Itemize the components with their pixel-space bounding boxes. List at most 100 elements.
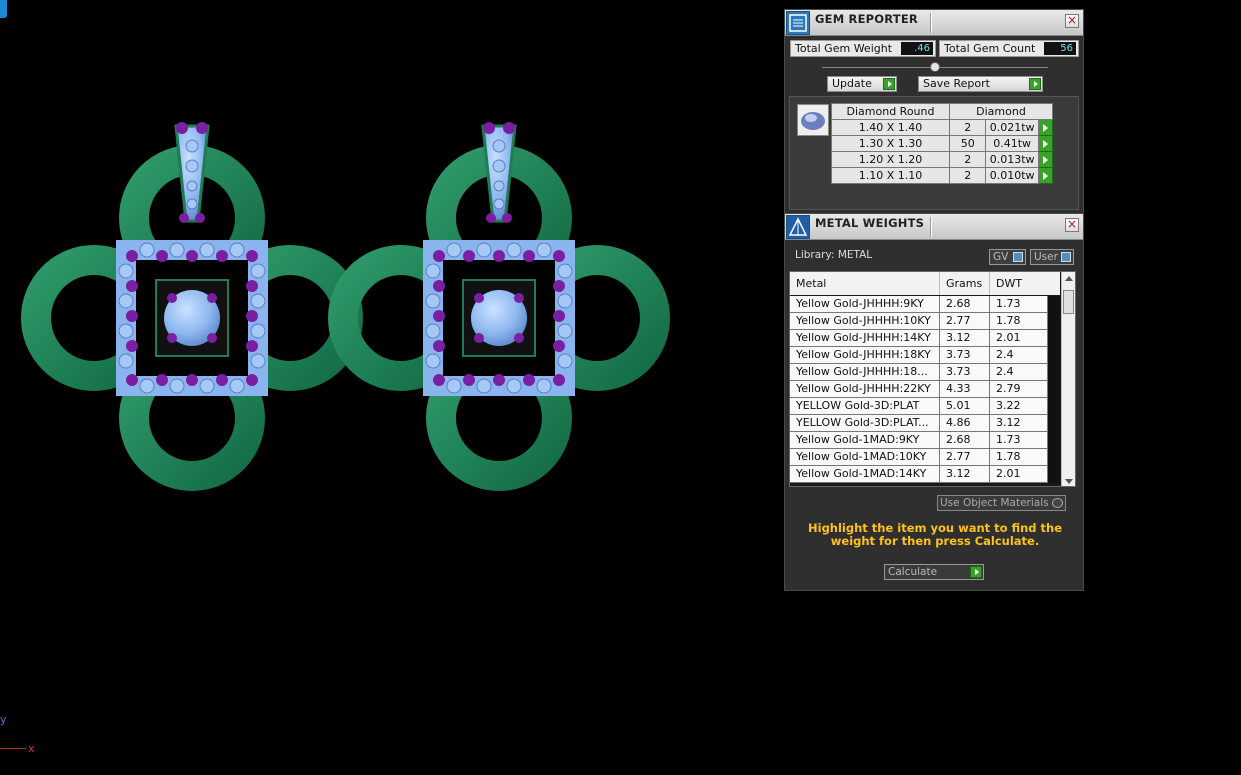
column-divider bbox=[939, 364, 940, 381]
metal-weights-logo-icon bbox=[786, 215, 810, 239]
update-button[interactable]: Update bbox=[827, 76, 897, 92]
metal-row[interactable]: Yellow Gold-1MAD:10KY 2.77 1.78 bbox=[790, 449, 1060, 466]
metal-grams: 2.77 bbox=[946, 314, 971, 327]
use-object-materials-checkbox[interactable]: Use Object Materials bbox=[937, 495, 1066, 511]
gem-table-header: Diamond Round Diamond bbox=[831, 103, 1053, 120]
metal-name: Yellow Gold-JHHHH:22KY bbox=[796, 382, 931, 395]
gem-row[interactable]: 1.40 X 1.40 2 0.021tw bbox=[831, 119, 1054, 136]
gem-row-play-icon[interactable] bbox=[1037, 167, 1054, 184]
column-grams[interactable]: Grams bbox=[946, 277, 982, 290]
column-divider bbox=[939, 313, 940, 330]
metal-name: Yellow Gold-JHHHH:10KY bbox=[796, 314, 931, 327]
save-report-button[interactable]: Save Report bbox=[918, 76, 1043, 92]
user-toggle[interactable]: User bbox=[1030, 249, 1074, 265]
metal-grams: 2.77 bbox=[946, 450, 971, 463]
metal-list-scrollbar[interactable] bbox=[1061, 272, 1075, 486]
gem-reporter-titlebar[interactable]: GEM REPORTER × bbox=[785, 10, 1083, 36]
panel-splitter-handle[interactable] bbox=[930, 62, 940, 72]
titlebar-separator bbox=[930, 13, 932, 33]
column-divider bbox=[989, 364, 990, 381]
gem-column-type: Diamond bbox=[949, 103, 1053, 120]
user-toggle-label: User bbox=[1034, 251, 1058, 263]
metal-weights-close-icon[interactable]: × bbox=[1065, 218, 1079, 232]
metal-dwt: 3.22 bbox=[996, 399, 1021, 412]
calculate-button[interactable]: Calculate bbox=[884, 564, 984, 580]
metal-name: Yellow Gold-1MAD:14KY bbox=[796, 467, 927, 480]
metal-grams: 4.86 bbox=[946, 416, 971, 429]
metal-name: Yellow Gold-JHHHH:18KY bbox=[796, 348, 931, 361]
axis-x-line bbox=[0, 748, 26, 749]
metal-row[interactable]: Yellow Gold-JHHHH:14KY 3.12 2.01 bbox=[790, 330, 1060, 347]
row-cell-filler bbox=[1048, 381, 1060, 398]
metal-name: YELLOW Gold-3D:PLAT bbox=[796, 399, 920, 412]
column-divider bbox=[939, 347, 940, 364]
total-gem-count-field: Total Gem Count 56 bbox=[939, 40, 1079, 57]
column-metal[interactable]: Metal bbox=[796, 277, 826, 290]
play-arrow-icon bbox=[883, 78, 895, 90]
metal-row[interactable]: Yellow Gold-JHHHH:9KY 2.68 1.73 bbox=[790, 296, 1060, 313]
gem-row-play-icon[interactable] bbox=[1037, 151, 1054, 168]
metal-row[interactable]: Yellow Gold-1MAD:9KY 2.68 1.73 bbox=[790, 432, 1060, 449]
metal-row[interactable]: Yellow Gold-1MAD:14KY 3.12 2.01 bbox=[790, 466, 1060, 483]
column-divider bbox=[989, 347, 990, 364]
metal-weights-titlebar[interactable]: METAL WEIGHTS × bbox=[785, 214, 1083, 240]
metal-grams: 2.68 bbox=[946, 297, 971, 310]
3d-viewport[interactable]: y x bbox=[0, 0, 780, 775]
column-divider bbox=[939, 466, 940, 483]
metal-name: Yellow Gold-JHHHH:18... bbox=[796, 365, 928, 378]
titlebar-separator bbox=[930, 217, 932, 237]
metal-grams: 3.12 bbox=[946, 467, 971, 480]
gem-reporter-title: GEM REPORTER bbox=[815, 12, 918, 26]
column-dwt[interactable]: DWT bbox=[996, 277, 1022, 290]
gem-row[interactable]: 1.30 X 1.30 50 0.41tw bbox=[831, 135, 1054, 152]
scroll-down-icon[interactable] bbox=[1065, 479, 1073, 484]
row-cell-filler bbox=[1048, 364, 1060, 381]
row-cell-filler bbox=[1048, 432, 1060, 449]
update-button-label: Update bbox=[832, 77, 872, 90]
gem-reporter-logo-icon bbox=[786, 11, 810, 35]
metal-grams: 3.12 bbox=[946, 331, 971, 344]
metal-row[interactable]: Yellow Gold-JHHHH:10KY 2.77 1.78 bbox=[790, 313, 1060, 330]
scroll-up-icon[interactable] bbox=[1065, 276, 1073, 281]
column-divider bbox=[989, 313, 990, 330]
metal-dwt: 1.73 bbox=[996, 433, 1021, 446]
gem-row[interactable]: 1.20 X 1.20 2 0.013tw bbox=[831, 151, 1054, 168]
gem-weight: 0.013tw bbox=[985, 151, 1039, 168]
column-divider bbox=[939, 381, 940, 398]
metal-list-header: Metal Grams DWT bbox=[790, 272, 1060, 295]
column-divider bbox=[939, 415, 940, 432]
diamond-round-thumbnail[interactable] bbox=[797, 104, 829, 136]
metal-dwt: 1.78 bbox=[996, 314, 1021, 327]
gem-row[interactable]: 1.10 X 1.10 2 0.010tw bbox=[831, 167, 1054, 184]
metal-dwt: 1.73 bbox=[996, 297, 1021, 310]
gem-weight: 0.021tw bbox=[985, 119, 1039, 136]
metal-name: Yellow Gold-JHHHH:14KY bbox=[796, 331, 931, 344]
metal-row[interactable]: YELLOW Gold-3D:PLAT 5.01 3.22 bbox=[790, 398, 1060, 415]
metal-row[interactable]: Yellow Gold-JHHHH:22KY 4.33 2.79 bbox=[790, 381, 1060, 398]
column-divider bbox=[989, 398, 990, 415]
library-label: Library: METAL bbox=[795, 249, 873, 261]
gem-size: 1.20 X 1.20 bbox=[831, 151, 950, 168]
column-divider bbox=[939, 398, 940, 415]
total-gem-count-label: Total Gem Count bbox=[944, 42, 1036, 55]
gem-reporter-close-icon[interactable]: × bbox=[1065, 14, 1079, 28]
gem-list-area: Diamond Round Diamond 1.40 X 1.40 2 0.02… bbox=[789, 96, 1079, 210]
metal-dwt: 2.01 bbox=[996, 467, 1021, 480]
metal-list[interactable]: Metal Grams DWT Yellow Gold-JHHHH:9KY 2.6… bbox=[789, 271, 1076, 487]
earring-right bbox=[343, 122, 655, 476]
save-report-button-label: Save Report bbox=[923, 77, 990, 90]
total-gem-weight-field: Total Gem Weight .46 bbox=[790, 40, 936, 57]
gem-count: 2 bbox=[948, 119, 987, 136]
metal-row[interactable]: YELLOW Gold-3D:PLAT... 4.86 3.12 bbox=[790, 415, 1060, 432]
gv-toggle[interactable]: GV bbox=[989, 249, 1026, 265]
gem-size: 1.40 X 1.40 bbox=[831, 119, 950, 136]
metal-row[interactable]: Yellow Gold-JHHHH:18KY 3.73 2.4 bbox=[790, 347, 1060, 364]
gem-row-play-icon[interactable] bbox=[1037, 119, 1054, 136]
scroll-thumb[interactable] bbox=[1063, 290, 1074, 314]
gem-size: 1.10 X 1.10 bbox=[831, 167, 950, 184]
gem-row-play-icon[interactable] bbox=[1037, 135, 1054, 152]
row-cell-filler bbox=[1048, 330, 1060, 347]
axis-x-label: x bbox=[28, 742, 35, 755]
metal-row[interactable]: Yellow Gold-JHHHH:18... 3.73 2.4 bbox=[790, 364, 1060, 381]
column-divider bbox=[989, 432, 990, 449]
